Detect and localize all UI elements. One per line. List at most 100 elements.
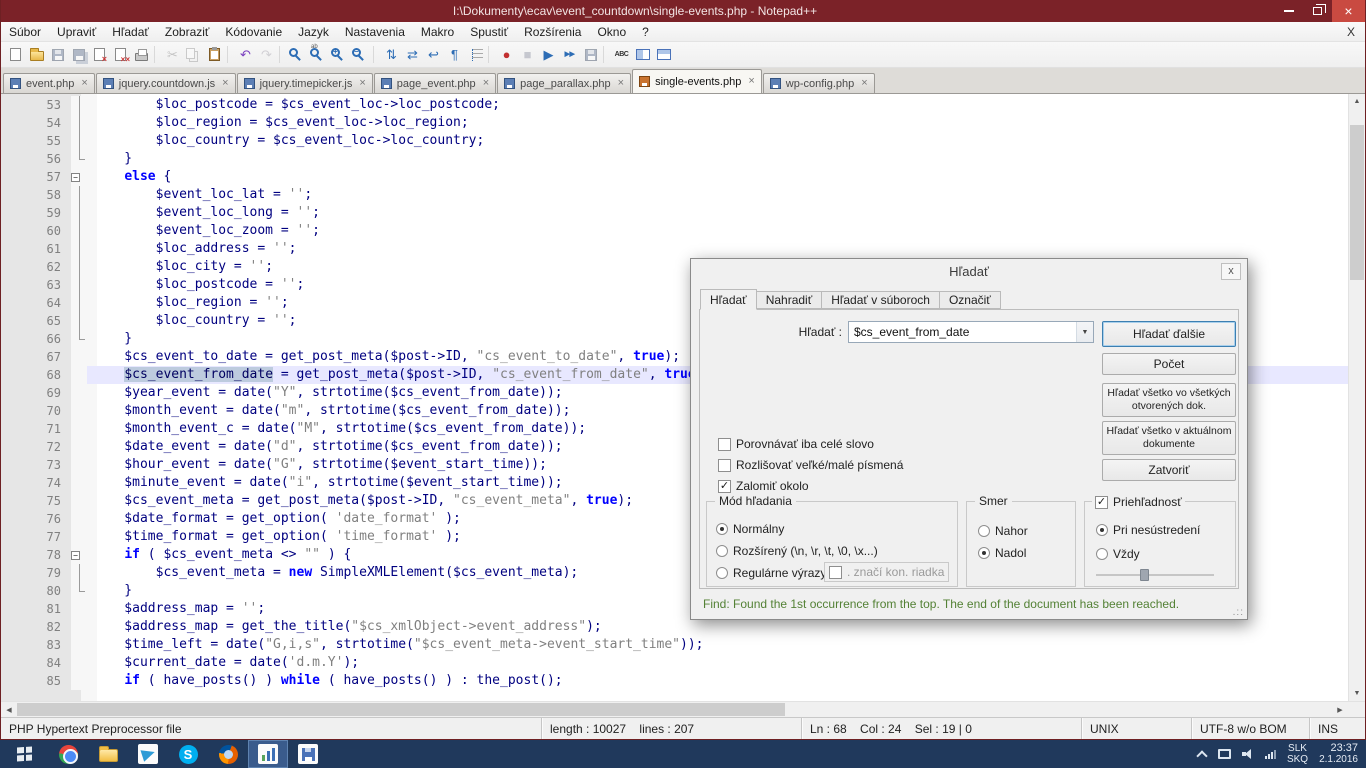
copy-icon[interactable] [183, 44, 204, 65]
status-eol-format[interactable]: UNIX [1081, 718, 1191, 739]
vertical-scrollbar[interactable]: ▲ ▼ [1348, 94, 1365, 701]
open-folder-icon[interactable] [26, 44, 47, 65]
menu-okno[interactable]: Okno [589, 23, 634, 41]
tab-close-icon[interactable]: × [618, 78, 624, 89]
tab-page-parallax.php[interactable]: page_parallax.php× [497, 73, 631, 93]
count-button[interactable]: Počet [1102, 353, 1236, 375]
network-icon[interactable] [1265, 749, 1276, 759]
radio-transparency-always[interactable]: Vždy [1096, 546, 1140, 562]
tab-single-events.php[interactable]: single-events.php× [632, 69, 762, 93]
code-line-54[interactable]: 54 $loc_region = $cs_event_loc->loc_regi… [1, 114, 1348, 132]
taskbar-stats-app-button[interactable] [248, 740, 288, 768]
radio-search-mode-normal[interactable]: Normálny [716, 521, 784, 537]
tab-close-icon[interactable]: × [861, 78, 867, 89]
tab-jquery.timepicker.js[interactable]: jquery.timepicker.js× [237, 73, 373, 93]
fold-collapse-icon[interactable]: − [71, 173, 80, 182]
tab-close-icon[interactable]: × [81, 78, 87, 89]
checkbox-wrap-around[interactable]: Zalomiť okolo [718, 478, 809, 494]
menu-rozsirenia[interactable]: Rozšírenia [516, 23, 589, 41]
sync-scroll-vertical-icon[interactable]: ⇅ [381, 44, 402, 65]
find-dialog-close-icon[interactable]: x [1221, 263, 1241, 280]
radio-direction-up[interactable]: Nahor [978, 523, 1028, 539]
dialog-tab-find-in-files[interactable]: Hľadať v súboroch [821, 291, 940, 309]
find-all-current-doc-button[interactable]: Hľadať všetko v aktuálnom dokumente [1102, 421, 1236, 455]
close-button[interactable]: × [1332, 0, 1365, 22]
resize-grip[interactable]: .:: [1233, 607, 1244, 618]
menu-upravit[interactable]: Upraviť [49, 23, 104, 41]
code-line-59[interactable]: 59 $event_loc_long = ''; [1, 204, 1348, 222]
tab-close-icon[interactable]: × [222, 78, 228, 89]
save-macro-icon[interactable] [580, 44, 601, 65]
taskbar-chrome-button[interactable] [48, 740, 88, 768]
spell-check-icon[interactable]: ABC [611, 44, 632, 65]
dialog-tab-find[interactable]: Hľadať [700, 289, 757, 310]
dialog-tab-mark[interactable]: Označiť [939, 291, 1001, 309]
find-all-open-docs-button[interactable]: Hľadať všetko vo všetkých otvorených dok… [1102, 383, 1236, 417]
print-icon[interactable] [131, 44, 152, 65]
find-close-button[interactable]: Zatvoriť [1102, 459, 1236, 481]
restore-button[interactable] [1303, 0, 1332, 22]
radio-direction-down[interactable]: Nadol [978, 545, 1026, 561]
menu-makro[interactable]: Makro [413, 23, 462, 41]
menu-nastavenia[interactable]: Nastavenia [337, 23, 413, 41]
code-line-56[interactable]: 56 } [1, 150, 1348, 168]
menubar-close-icon[interactable]: X [1337, 25, 1365, 39]
horizontal-scroll-thumb[interactable] [17, 703, 785, 716]
display-icon[interactable] [1218, 749, 1231, 759]
tab-close-icon[interactable]: × [359, 78, 365, 89]
title-bar[interactable]: I:\Dokumenty\ecav\event_countdown\single… [1, 0, 1365, 22]
fold-collapse-icon[interactable]: − [71, 551, 80, 560]
taskbar-browser-2-button[interactable] [208, 740, 248, 768]
code-line-60[interactable]: 60 $event_loc_zoom = ''; [1, 222, 1348, 240]
save-all-icon[interactable] [68, 44, 89, 65]
code-line-82[interactable]: 82 $address_map = get_the_title("$cs_xml… [1, 618, 1348, 636]
cut-icon[interactable]: ✂ [162, 44, 183, 65]
code-line-61[interactable]: 61 $loc_address = ''; [1, 240, 1348, 258]
status-encoding[interactable]: UTF-8 w/o BOM [1191, 718, 1309, 739]
menu-subor[interactable]: Súbor [1, 23, 49, 41]
zoom-in-icon[interactable] [329, 44, 350, 65]
code-line-55[interactable]: 55 $loc_country = $cs_event_loc->loc_cou… [1, 132, 1348, 150]
menu-jazyk[interactable]: Jazyk [290, 23, 337, 41]
play-macro-icon[interactable]: ▶ [538, 44, 559, 65]
sync-scroll-horizontal-icon[interactable]: ⇄ [402, 44, 423, 65]
record-macro-icon[interactable]: ● [496, 44, 517, 65]
document-map-icon[interactable] [632, 44, 653, 65]
start-button[interactable] [0, 740, 48, 768]
tab-jquery.countdown.js[interactable]: jquery.countdown.js× [96, 73, 236, 93]
vertical-scroll-track[interactable] [1349, 109, 1365, 686]
find-next-button[interactable]: Hľadať ďalšie [1102, 321, 1236, 347]
tab-close-icon[interactable]: × [483, 78, 489, 89]
undo-icon[interactable]: ↶ [235, 44, 256, 65]
redo-icon[interactable]: ↷ [256, 44, 277, 65]
checkbox-dot-matches-newline[interactable]: . značí kon. riadka [824, 562, 949, 582]
stop-macro-icon[interactable]: ■ [517, 44, 538, 65]
vertical-scroll-thumb[interactable] [1350, 125, 1364, 280]
indent-guides-icon[interactable] [465, 44, 486, 65]
function-list-icon[interactable] [653, 44, 674, 65]
scroll-down-icon[interactable]: ▼ [1349, 686, 1365, 701]
tab-page-event.php[interactable]: page_event.php× [374, 73, 496, 93]
menu-zobrazit[interactable]: Zobraziť [157, 23, 218, 41]
taskbar-file-explorer-button[interactable] [88, 740, 128, 768]
tab-close-icon[interactable]: × [748, 76, 754, 87]
checkbox-transparency[interactable]: Priehľadnosť [1092, 494, 1185, 510]
minimize-button[interactable] [1274, 0, 1303, 22]
paste-icon[interactable] [204, 44, 225, 65]
menu-help[interactable]: ? [634, 23, 657, 41]
horizontal-scrollbar[interactable]: ◀ ▶ [1, 702, 1348, 717]
dialog-tab-replace[interactable]: Nahradiť [756, 291, 823, 309]
scroll-right-icon[interactable]: ▶ [1332, 702, 1348, 717]
radio-transparency-on-focus-loss[interactable]: Pri nesústredení [1096, 522, 1200, 538]
new-file-icon[interactable] [5, 44, 26, 65]
zoom-out-icon[interactable] [350, 44, 371, 65]
menu-spustit[interactable]: Spustiť [462, 23, 516, 41]
word-wrap-icon[interactable]: ↩ [423, 44, 444, 65]
code-line-84[interactable]: 84 $current_date = date('d.m.Y'); [1, 654, 1348, 672]
show-all-characters-icon[interactable]: ¶ [444, 44, 465, 65]
tab-wp-config.php[interactable]: wp-config.php× [763, 73, 875, 93]
code-line-85[interactable]: 85 if ( have_posts() ) while ( have_post… [1, 672, 1348, 690]
replace-icon[interactable] [308, 44, 329, 65]
save-icon[interactable] [47, 44, 68, 65]
close-all-documents-icon[interactable] [110, 44, 131, 65]
